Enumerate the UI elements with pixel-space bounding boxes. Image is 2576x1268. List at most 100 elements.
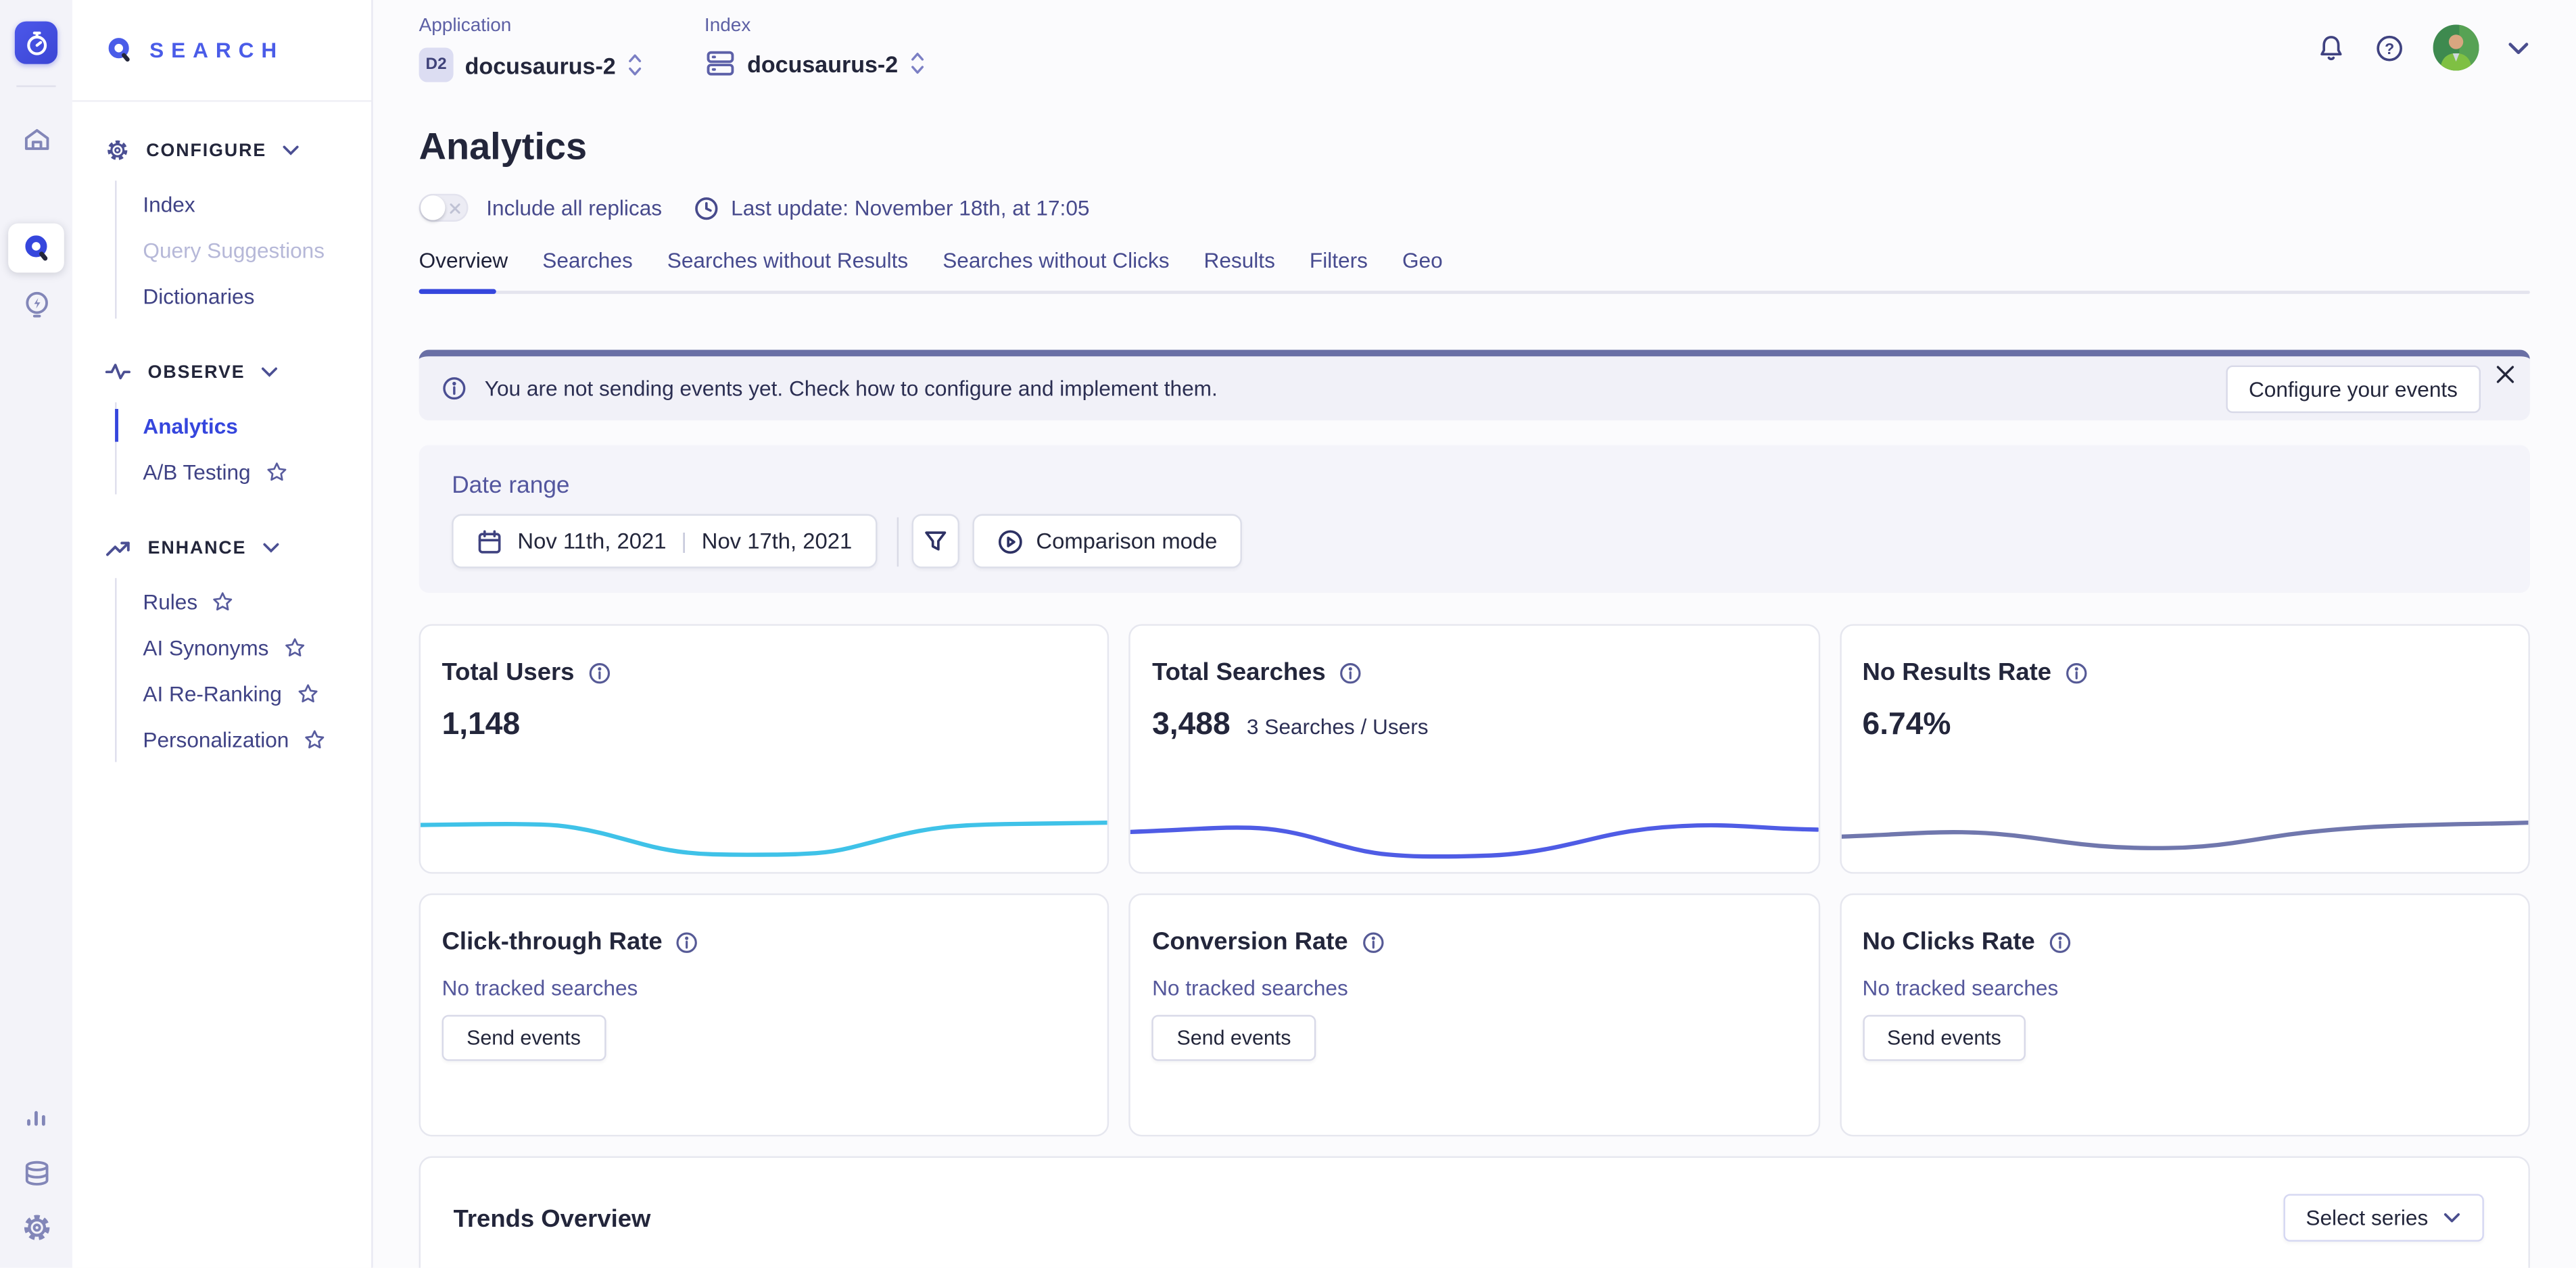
banner-close-button[interactable] (2496, 364, 2515, 384)
sidebar-item-ab-testing[interactable]: A/B Testing (143, 448, 371, 494)
active-tab-indicator (419, 288, 496, 294)
recommend-button[interactable] (8, 279, 64, 328)
usage-button[interactable] (8, 1094, 64, 1143)
index-value: docusaurus-2 (747, 50, 898, 76)
comparison-mode-button[interactable]: Comparison mode (972, 514, 1242, 568)
metric-value: 3,488 (1152, 708, 1231, 743)
app-switcher-button[interactable] (15, 22, 57, 64)
user-menu-button[interactable] (2507, 37, 2530, 59)
section-label: OBSERVE (148, 362, 245, 382)
metric-note: 3 Searches / Users (1247, 714, 1429, 739)
sidebar-item-query-suggestions[interactable]: Query Suggestions (143, 226, 371, 272)
logo-text: SEARCH (149, 38, 284, 62)
section-header-configure[interactable]: CONFIGURE (105, 138, 372, 162)
sidebar-item-analytics[interactable]: Analytics (143, 402, 371, 448)
notifications-button[interactable] (2316, 32, 2346, 63)
item-label: AI Re-Ranking (143, 681, 281, 705)
last-update-text: Last update: November 18th, at 17:05 (731, 195, 1089, 220)
select-series-label: Select series (2306, 1205, 2428, 1229)
card-title: No Results Rate (1863, 658, 2052, 686)
filter-button[interactable] (911, 514, 959, 568)
card-title: Total Searches (1152, 658, 1326, 686)
help-button[interactable]: ? (2374, 32, 2405, 63)
select-series-button[interactable]: Select series (2283, 1194, 2483, 1241)
play-circle-icon (997, 528, 1023, 554)
application-select[interactable]: D2 docusaurus-2 (419, 47, 642, 82)
no-results-rate-card: No Results Rate 6.74% (1840, 624, 2530, 873)
conversion-rate-card: Conversion Rate No tracked searches Send… (1129, 894, 1819, 1137)
sidebar-item-personalization[interactable]: Personalization (143, 716, 371, 762)
rail-bottom-group (8, 1094, 64, 1251)
product-logo[interactable]: SEARCH (72, 0, 371, 102)
sidebar-item-index[interactable]: Index (143, 180, 371, 226)
tab-geo[interactable]: Geo (1402, 248, 1443, 272)
info-icon[interactable] (1361, 930, 1384, 953)
index-selector: Index docusaurus-2 (705, 16, 924, 82)
sidebar-item-rules[interactable]: Rules (143, 578, 371, 624)
index-select[interactable]: docusaurus-2 (705, 47, 924, 78)
bell-icon (2316, 32, 2346, 63)
send-events-button[interactable]: Send events (442, 1015, 606, 1061)
info-icon[interactable] (675, 930, 698, 953)
settings-button[interactable] (8, 1202, 64, 1252)
funnel-icon (923, 529, 947, 553)
sort-chevrons-icon (627, 53, 642, 77)
sidebar-item-ai-synonyms[interactable]: AI Synonyms (143, 624, 371, 670)
total-searches-sparkline (1130, 806, 1817, 862)
item-label: A/B Testing (143, 459, 250, 483)
database-icon (20, 1157, 51, 1188)
index-label: Index (705, 16, 924, 36)
send-events-button[interactable]: Send events (1863, 1015, 2026, 1061)
configure-events-button[interactable]: Configure your events (2226, 364, 2481, 412)
lightbulb-icon (20, 288, 51, 319)
include-replicas-toggle[interactable] (419, 194, 469, 222)
tab-results[interactable]: Results (1204, 248, 1275, 272)
icon-rail (0, 0, 72, 1268)
sidebar-item-ai-reranking[interactable]: AI Re-Ranking (143, 670, 371, 716)
page-meta-row: Include all replicas Last update: Novemb… (419, 194, 2530, 222)
application-selector: Application D2 docusaurus-2 (419, 16, 642, 82)
tab-searches-without-results[interactable]: Searches without Results (667, 248, 908, 272)
info-icon[interactable] (2064, 661, 2087, 684)
section-header-observe[interactable]: OBSERVE (105, 360, 372, 384)
toggle-off-x-icon (448, 201, 461, 214)
timer-icon (22, 29, 50, 57)
nav-section-observe: OBSERVE Analytics A/B Testing (105, 360, 372, 494)
item-label: AI Synonyms (143, 635, 268, 659)
date-range-label: Date range (452, 473, 2497, 499)
date-range-picker[interactable]: Nov 11th, 2021 | Nov 17th, 2021 (452, 514, 877, 568)
tabs: Overview Searches Searches without Resul… (419, 248, 2530, 294)
metric-value: 6.74% (1863, 708, 1951, 743)
sidebar-item-dictionaries[interactable]: Dictionaries (143, 272, 371, 318)
chevron-down-icon (263, 540, 279, 555)
home-icon (20, 125, 51, 155)
data-button[interactable] (8, 1148, 64, 1197)
info-icon[interactable] (2048, 930, 2071, 953)
info-icon[interactable] (588, 661, 611, 684)
application-label: Application (419, 16, 642, 36)
total-searches-card: Total Searches 3,488 3 Searches / Users (1129, 624, 1819, 873)
tab-track (419, 291, 2530, 294)
gear-outline-icon (105, 138, 130, 162)
tab-searches[interactable]: Searches (542, 248, 632, 272)
section-header-enhance[interactable]: ENHANCE (105, 535, 372, 560)
tab-filters[interactable]: Filters (1310, 248, 1368, 272)
sort-chevrons-icon (909, 51, 924, 75)
card-title: Click-through Rate (442, 928, 663, 956)
svg-text:?: ? (2385, 39, 2394, 57)
avatar[interactable] (2433, 24, 2479, 70)
chevron-down-icon (283, 143, 299, 157)
section-label: ENHANCE (148, 538, 247, 558)
item-label: Dictionaries (143, 283, 254, 308)
chevron-down-icon (2507, 37, 2530, 59)
star-icon (265, 461, 287, 483)
star-icon (283, 637, 305, 658)
home-button[interactable] (8, 115, 64, 164)
trends-title: Trends Overview (454, 1205, 2496, 1233)
topbar: Application D2 docusaurus-2 Index (373, 0, 2576, 82)
info-icon[interactable] (1339, 661, 1362, 684)
tab-overview[interactable]: Overview (419, 248, 508, 272)
tab-searches-without-clicks[interactable]: Searches without Clicks (943, 248, 1169, 272)
send-events-button[interactable]: Send events (1152, 1015, 1316, 1061)
search-section-button[interactable] (8, 223, 64, 272)
